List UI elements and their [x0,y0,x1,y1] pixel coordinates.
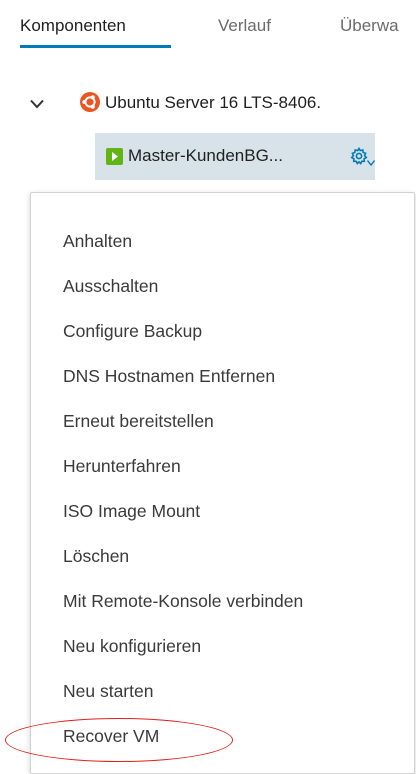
highlight-annotation-oval [5,718,233,762]
menu-item-dns-hostnamen-entfernen[interactable]: DNS Hostnamen Entfernen [63,366,275,387]
tree-node-label: Ubuntu Server 16 LTS-8406. [105,93,322,112]
menu-item-ausschalten[interactable]: Ausschalten [63,276,158,297]
chevron-down-icon[interactable] [366,153,376,171]
context-menu: Anhalten Ausschalten Configure Backup DN… [30,192,415,774]
tab-komponenten[interactable]: Komponenten [20,16,126,36]
tab-verlauf[interactable]: Verlauf [218,16,271,36]
gear-icon[interactable] [350,146,368,170]
vm-icon [105,147,124,171]
tab-bar: Komponenten Verlauf Überwa [0,0,416,52]
tree-node-label: Master-KundenBG... [128,146,283,165]
menu-item-iso-image-mount[interactable]: ISO Image Mount [63,501,200,522]
menu-item-configure-backup[interactable]: Configure Backup [63,321,202,342]
menu-item-erneut-bereitstellen[interactable]: Erneut bereitstellen [63,411,214,432]
menu-item-neu-starten[interactable]: Neu starten [63,681,153,702]
menu-item-neu-konfigurieren[interactable]: Neu konfigurieren [63,636,201,657]
tree-node-master-kunden-selected[interactable]: Master-KundenBG... [95,133,376,180]
menu-item-loeschen[interactable]: Löschen [63,546,129,567]
menu-item-anhalten[interactable]: Anhalten [63,231,132,252]
menu-item-herunterfahren[interactable]: Herunterfahren [63,456,181,477]
menu-item-remote-konsole[interactable]: Mit Remote-Konsole verbinden [63,591,303,612]
tab-ueberwachen[interactable]: Überwa [340,16,399,36]
active-tab-indicator [20,45,171,48]
chevron-down-icon[interactable] [30,96,44,114]
tree-node-ubuntu-server[interactable]: Ubuntu Server 16 LTS-8406. [0,84,416,122]
ubuntu-icon [80,92,100,117]
